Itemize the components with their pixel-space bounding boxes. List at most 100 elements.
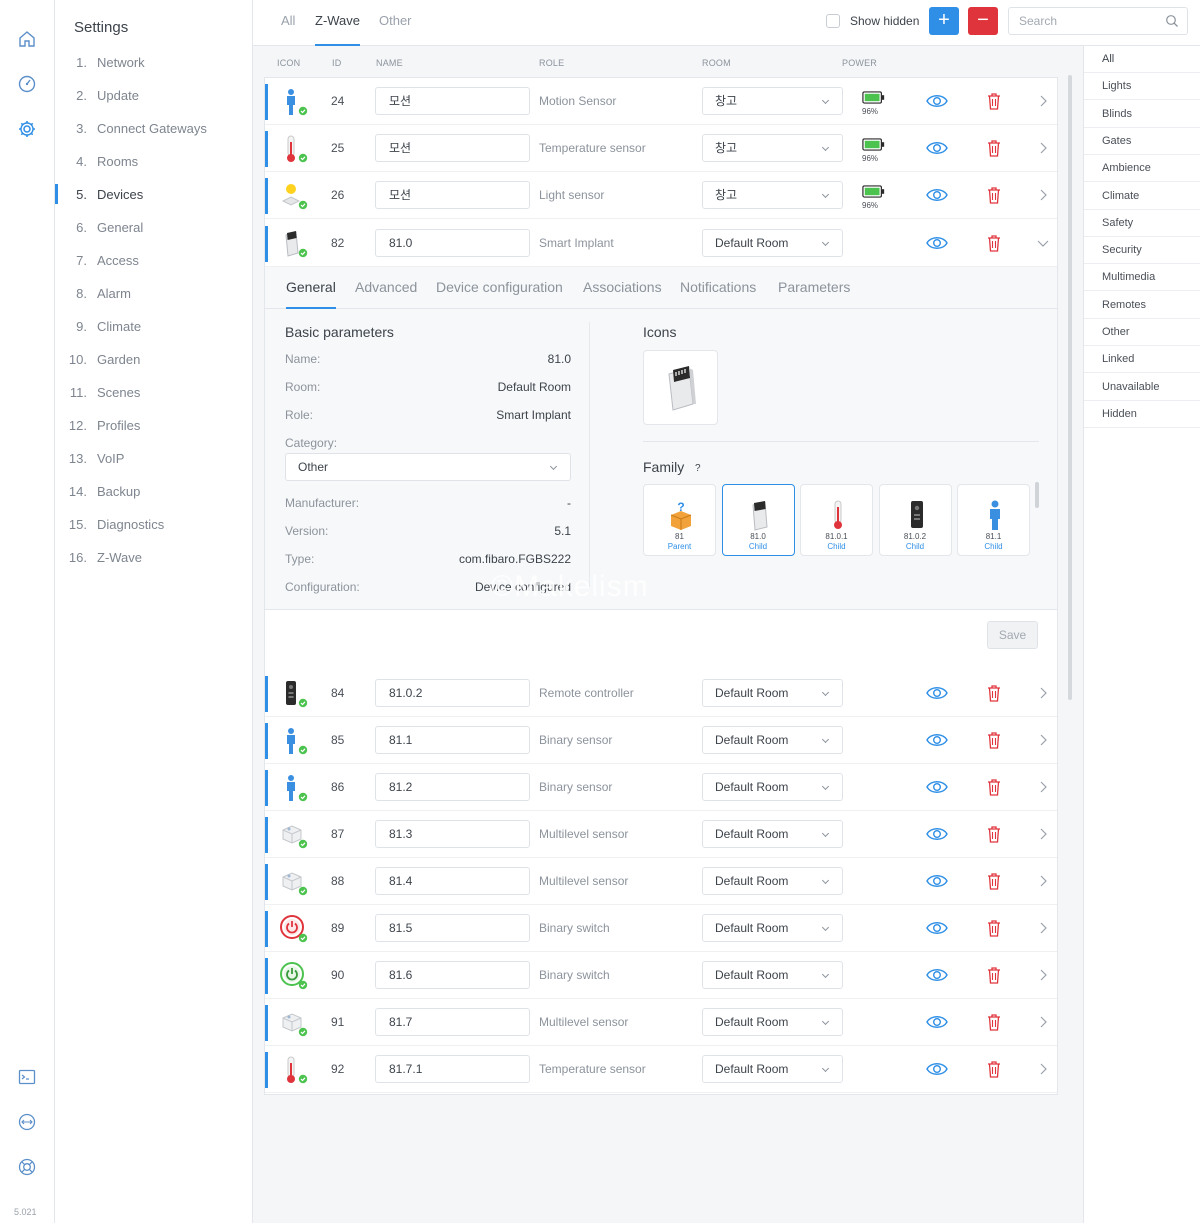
device-row[interactable]: 25 모션 Temperature sensor 창고 96% [265,125,1057,172]
menu-item-voip[interactable]: 13. VoIP [55,446,252,470]
filter-lights[interactable]: Lights [1084,73,1200,101]
device-name-input[interactable]: 모션 [375,181,530,209]
visibility-eye-icon[interactable] [926,920,948,936]
menu-item-connect-gateways[interactable]: 3. Connect Gateways [55,116,252,140]
visibility-eye-icon[interactable] [926,732,948,748]
menu-item-profiles[interactable]: 12. Profiles [55,413,252,437]
room-select[interactable]: Default Room [702,1055,843,1083]
network-globe-icon[interactable] [15,1110,39,1134]
delete-trash-icon[interactable] [986,91,1002,111]
menu-item-garden[interactable]: 10. Garden [55,347,252,371]
device-row[interactable]: 90 81.6 Binary switch Default Room [265,952,1057,999]
filter-all[interactable]: All [1084,46,1200,73]
delete-trash-icon[interactable] [986,1012,1002,1032]
detail-tab-advanced[interactable]: Advanced [355,279,417,309]
room-select[interactable]: 창고 [702,181,843,209]
device-row[interactable]: 24 모션 Motion Sensor 창고 96% [265,78,1057,125]
room-select[interactable]: Default Room [702,773,843,801]
device-row[interactable]: 86 81.2 Binary sensor Default Room [265,764,1057,811]
search-input[interactable]: Search [1008,7,1188,35]
delete-trash-icon[interactable] [986,138,1002,158]
family-member[interactable]: 81.0.1 Child [800,484,873,556]
menu-item-backup[interactable]: 14. Backup [55,479,252,503]
room-select[interactable]: 창고 [702,134,843,162]
filter-ambience[interactable]: Ambience [1084,155,1200,183]
menu-item-z-wave[interactable]: 16. Z-Wave [55,545,252,569]
filter-security[interactable]: Security [1084,237,1200,265]
visibility-eye-icon[interactable] [926,235,948,251]
menu-item-diagnostics[interactable]: 15. Diagnostics [55,512,252,536]
chevron-right-icon[interactable] [1037,780,1049,794]
device-name-input[interactable]: 81.1 [375,726,530,754]
device-row[interactable]: 91 81.7 Multilevel sensor Default Room [265,999,1057,1046]
device-row[interactable]: 87 81.3 Multilevel sensor Default Room [265,811,1057,858]
device-name-input[interactable]: 81.6 [375,961,530,989]
device-row[interactable]: 85 81.1 Binary sensor Default Room [265,717,1057,764]
filter-climate[interactable]: Climate [1084,183,1200,210]
room-select[interactable]: Default Room [702,820,843,848]
detail-tab-general[interactable]: General [286,279,336,309]
chevron-right-icon[interactable] [1037,827,1049,841]
menu-item-rooms[interactable]: 4. Rooms [55,149,252,173]
dashboard-gauge-icon[interactable] [15,72,39,96]
device-name-input[interactable]: 81.0 [375,229,530,257]
visibility-eye-icon[interactable] [926,967,948,983]
chevron-right-icon[interactable] [1037,733,1049,747]
chevron-down-icon[interactable] [1037,236,1049,250]
device-name-input[interactable]: 81.7.1 [375,1055,530,1083]
delete-trash-icon[interactable] [986,918,1002,938]
room-select[interactable]: Default Room [702,961,843,989]
chevron-right-icon[interactable] [1037,94,1049,108]
menu-item-network[interactable]: 1. Network [55,50,252,74]
chevron-right-icon[interactable] [1037,1015,1049,1029]
tab-z-wave[interactable]: Z-Wave [315,13,361,46]
category-select[interactable]: Other [285,453,571,481]
gear-icon[interactable] [15,117,39,141]
tab-all[interactable]: All [281,13,295,46]
menu-item-climate[interactable]: 9. Climate [55,314,252,338]
device-icon-picker[interactable] [643,350,718,425]
save-button[interactable]: Save [987,621,1038,649]
room-select[interactable]: Default Room [702,1008,843,1036]
visibility-eye-icon[interactable] [926,187,948,203]
menu-item-scenes[interactable]: 11. Scenes [55,380,252,404]
device-row[interactable]: 92 81.7.1 Temperature sensor Default Room [265,1046,1057,1093]
filter-other[interactable]: Other [1084,319,1200,346]
delete-trash-icon[interactable] [986,1059,1002,1079]
family-member[interactable]: 81.0 Child [721,484,795,556]
support-lifebuoy-icon[interactable] [15,1155,39,1179]
device-name-input[interactable]: 81.0.2 [375,679,530,707]
filter-hidden[interactable]: Hidden [1084,401,1200,428]
family-scrollbar[interactable] [1035,482,1039,508]
visibility-eye-icon[interactable] [926,93,948,109]
device-row[interactable]: 84 81.0.2 Remote controller Default Room [265,670,1057,717]
filter-remotes[interactable]: Remotes [1084,292,1200,319]
device-name-input[interactable]: 81.3 [375,820,530,848]
room-select[interactable]: Default Room [702,867,843,895]
device-name-input[interactable]: 81.4 [375,867,530,895]
remove-device-button[interactable]: − [968,7,998,35]
show-hidden-toggle[interactable]: Show hidden [826,14,919,28]
chevron-right-icon[interactable] [1037,921,1049,935]
family-member[interactable]: 81.1 Child [957,484,1030,556]
chevron-right-icon[interactable] [1037,141,1049,155]
filter-multimedia[interactable]: Multimedia [1084,264,1200,292]
home-icon[interactable] [15,27,39,51]
delete-trash-icon[interactable] [986,730,1002,750]
detail-tab-parameters[interactable]: Parameters [778,279,850,309]
filter-linked[interactable]: Linked [1084,346,1200,374]
delete-trash-icon[interactable] [986,965,1002,985]
chevron-right-icon[interactable] [1037,686,1049,700]
room-select[interactable]: Default Room [702,726,843,754]
device-row[interactable]: 26 모션 Light sensor 창고 96% [265,172,1057,219]
filter-unavailable[interactable]: Unavailable [1084,374,1200,401]
visibility-eye-icon[interactable] [926,873,948,889]
delete-trash-icon[interactable] [986,185,1002,205]
delete-trash-icon[interactable] [986,777,1002,797]
add-device-button[interactable]: + [929,7,959,35]
show-hidden-checkbox[interactable] [826,14,840,28]
room-select[interactable]: 창고 [702,87,843,115]
device-row[interactable]: 82 81.0 Smart Implant Default Room [265,220,1057,267]
search-icon[interactable] [1165,14,1179,28]
filter-gates[interactable]: Gates [1084,128,1200,155]
